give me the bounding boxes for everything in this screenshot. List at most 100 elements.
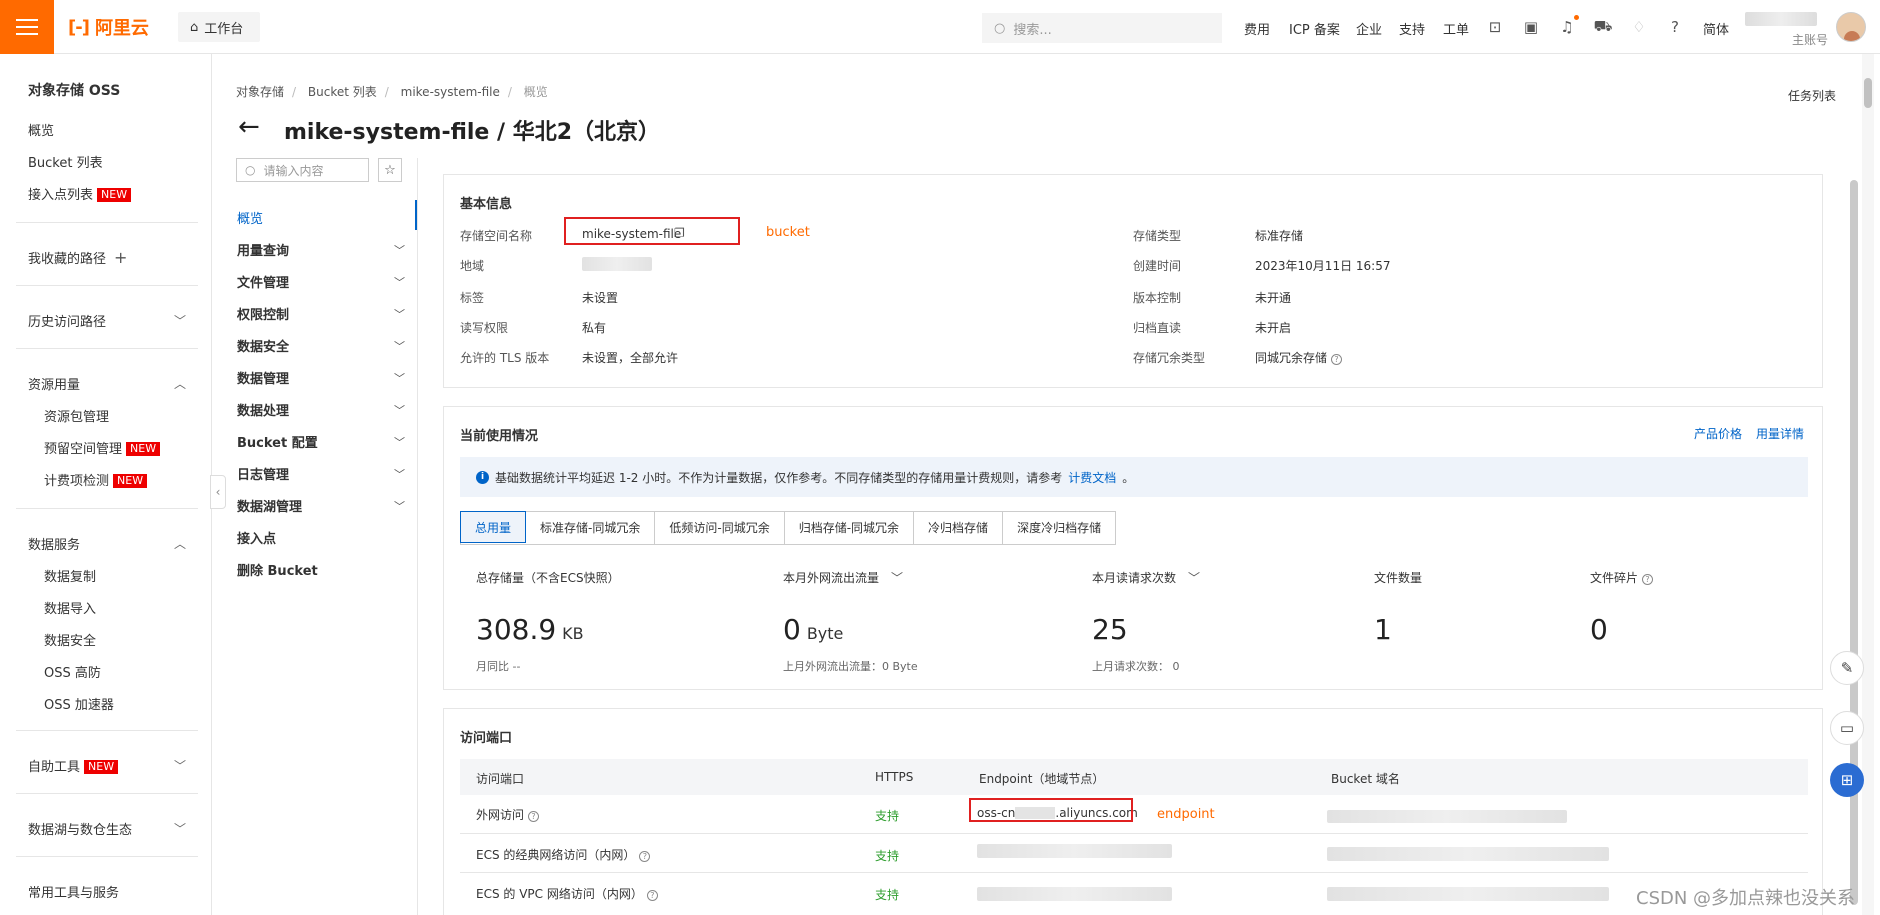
pricing-link[interactable]: 产品价格 [1694, 425, 1742, 442]
subnav-data-processing[interactable]: 数据处理 [237, 400, 289, 419]
subnav-bucket-config[interactable]: Bucket 配置 [237, 432, 318, 451]
stat-requests-label: 本月读请求次数 ﹀ [1092, 569, 1200, 586]
page-scrollbar[interactable] [1862, 54, 1874, 915]
sidebar-item-history[interactable]: 历史访问路径 [28, 311, 106, 330]
usage-detail-link[interactable]: 用量详情 [1756, 425, 1804, 442]
chevron-down-icon[interactable]: ﹀ [174, 757, 186, 774]
tab-standard[interactable]: 标准存储-同城冗余 [526, 512, 656, 544]
subnav-data-security[interactable]: 数据安全 [237, 336, 289, 355]
nav-icp[interactable]: ICP 备案 [1289, 19, 1340, 38]
nav-ticket[interactable]: 工单 [1443, 19, 1469, 38]
sidebar-sub-accelerator[interactable]: OSS 加速器 [44, 694, 114, 713]
help-icon[interactable]: ? [1665, 17, 1685, 37]
chevron-down-icon[interactable]: ﹀ [394, 498, 405, 514]
stat-traffic-value: 0 Byte [783, 613, 843, 646]
language-switch[interactable]: 简体 [1703, 19, 1729, 38]
workbench-button[interactable]: ⌂ 工作台 [178, 12, 260, 42]
top-bar: [-] 阿里云 ⌂ 工作台 ○ 搜索... 费用 ICP 备案 企业 支持 工单 ⊡ … [0, 0, 1880, 54]
plus-icon[interactable]: + [114, 248, 127, 267]
chevron-down-icon[interactable]: ﹀ [394, 242, 405, 258]
help-icon[interactable]: ? [528, 811, 540, 822]
new-badge: NEW [113, 474, 148, 488]
chevron-down-icon[interactable]: ﹀ [174, 820, 186, 837]
breadcrumb-bucket[interactable]: mike-system-file [401, 85, 500, 99]
bulb-icon[interactable]: ♢ [1629, 17, 1649, 37]
subnav-logs[interactable]: 日志管理 [237, 464, 289, 483]
sidebar-item-access-points[interactable]: 接入点列表 NEW [28, 184, 132, 203]
subnav-permissions[interactable]: 权限控制 [237, 304, 289, 323]
sidebar-item-datalake[interactable]: 数据湖与数仓生态 [28, 819, 132, 838]
breadcrumb-bucket-list[interactable]: Bucket 列表 [308, 85, 377, 99]
sidebar-item-label: 接入点列表 [28, 188, 94, 203]
subnav-datalake[interactable]: 数据湖管理 [237, 496, 302, 515]
chevron-down-icon[interactable]: ﹀ [394, 338, 405, 354]
chat-icon[interactable]: ▭ [1830, 711, 1864, 745]
account-name-redacted [1745, 12, 1817, 26]
nav-billing[interactable]: 费用 [1244, 19, 1270, 38]
sidebar-item-data-services[interactable]: 数据服务 [28, 534, 80, 553]
breadcrumb-oss[interactable]: 对象存储 [236, 85, 284, 99]
sidebar-item-tools[interactable]: 常用工具与服务 [28, 882, 119, 901]
sidebar-sub-import[interactable]: 数据导入 [44, 598, 96, 617]
billing-doc-link[interactable]: 计费文档 [1068, 469, 1116, 486]
nav-support[interactable]: 支持 [1399, 19, 1425, 38]
sidebar-item-resource-usage[interactable]: 资源用量 [28, 374, 80, 393]
tab-archive[interactable]: 归档存储-同城冗余 [784, 512, 915, 544]
help-icon[interactable]: ? [1642, 574, 1654, 585]
avatar[interactable] [1836, 12, 1866, 42]
chevron-up-icon[interactable]: ︿ [174, 535, 186, 552]
sidebar-sub-package[interactable]: 资源包管理 [44, 406, 109, 425]
chevron-down-icon[interactable]: ﹀ [394, 274, 405, 290]
chevron-down-icon[interactable]: ﹀ [394, 434, 405, 450]
subnav-access-point[interactable]: 接入点 [237, 528, 276, 547]
edit-icon[interactable]: ✎ [1830, 651, 1864, 685]
subnav-delete-bucket[interactable]: 删除 Bucket [237, 560, 318, 579]
task-list-link[interactable]: 任务列表 [1788, 87, 1836, 104]
apps-grid-icon[interactable]: ⊞ [1830, 763, 1864, 797]
help-icon[interactable]: ? [1331, 354, 1343, 365]
aliyun-logo[interactable]: [-] 阿里云 [68, 15, 149, 40]
chevron-down-icon[interactable]: ﹀ [394, 306, 405, 322]
bell-icon[interactable]: ♫ [1557, 17, 1577, 37]
subnav-overview[interactable]: 概览 [237, 208, 263, 227]
chevron-up-icon[interactable]: ︿ [174, 375, 186, 392]
page-scrollbar-thumb[interactable] [1864, 78, 1872, 108]
tab-cold-archive[interactable]: 冷归档存储 [914, 512, 1004, 544]
sidebar-item-self-tools[interactable]: 自助工具 NEW [28, 756, 119, 775]
chevron-down-icon[interactable]: ﹀ [891, 571, 903, 585]
sidebar-sub-replication[interactable]: 数据复制 [44, 566, 96, 585]
chevron-down-icon[interactable]: ﹀ [394, 370, 405, 386]
chevron-down-icon[interactable]: ﹀ [394, 402, 405, 418]
sidebar-sub-security[interactable]: 数据安全 [44, 630, 96, 649]
sidebar-sub-reserved[interactable]: 预留空间管理 NEW [44, 438, 161, 457]
tab-total[interactable]: 总用量 [460, 511, 527, 543]
chevron-down-icon[interactable]: ﹀ [174, 312, 186, 329]
sidebar-collapse-toggle[interactable]: ‹ [210, 475, 226, 509]
sidebar-sub-ddos[interactable]: OSS 高防 [44, 662, 101, 681]
subnav-search-input[interactable]: ○ 请输入内容 [236, 158, 369, 182]
cart-icon[interactable]: ⛟ [1593, 17, 1613, 37]
cloud-shell-icon[interactable]: ⊡ [1485, 17, 1505, 37]
sidebar-item-favorites[interactable]: 我收藏的路径 + [28, 248, 127, 267]
chevron-down-icon[interactable]: ﹀ [1188, 571, 1200, 585]
help-icon[interactable]: ? [646, 890, 658, 901]
star-icon[interactable]: ☆ [378, 158, 402, 182]
tab-ia[interactable]: 低频访问-同城冗余 [655, 512, 785, 544]
breadcrumb-current: 概览 [523, 85, 548, 99]
global-search-input[interactable]: ○ 搜索... [982, 13, 1222, 43]
sidebar-item-overview[interactable]: 概览 [28, 120, 54, 139]
subnav-usage[interactable]: 用量查询 [237, 240, 289, 259]
sidebar-sub-billing-check[interactable]: 计费项检测 NEW [44, 470, 148, 489]
chevron-down-icon[interactable]: ﹀ [618, 116, 634, 140]
chevron-down-icon[interactable]: ﹀ [394, 466, 405, 482]
back-arrow-icon[interactable]: ← [238, 112, 260, 142]
tab-deep-cold-archive[interactable]: 深度冷归档存储 [1003, 512, 1116, 544]
sidebar-item-bucket-list[interactable]: Bucket 列表 [28, 152, 103, 171]
subnav-data-management[interactable]: 数据管理 [237, 368, 289, 387]
hamburger-menu-icon[interactable] [0, 0, 54, 54]
nav-enterprise[interactable]: 企业 [1356, 19, 1382, 38]
help-icon[interactable]: ? [639, 851, 651, 862]
sidebar-item-label: 资源包管理 [44, 410, 110, 425]
subnav-files[interactable]: 文件管理 [237, 272, 289, 291]
terminal-icon[interactable]: ▣ [1521, 17, 1541, 37]
